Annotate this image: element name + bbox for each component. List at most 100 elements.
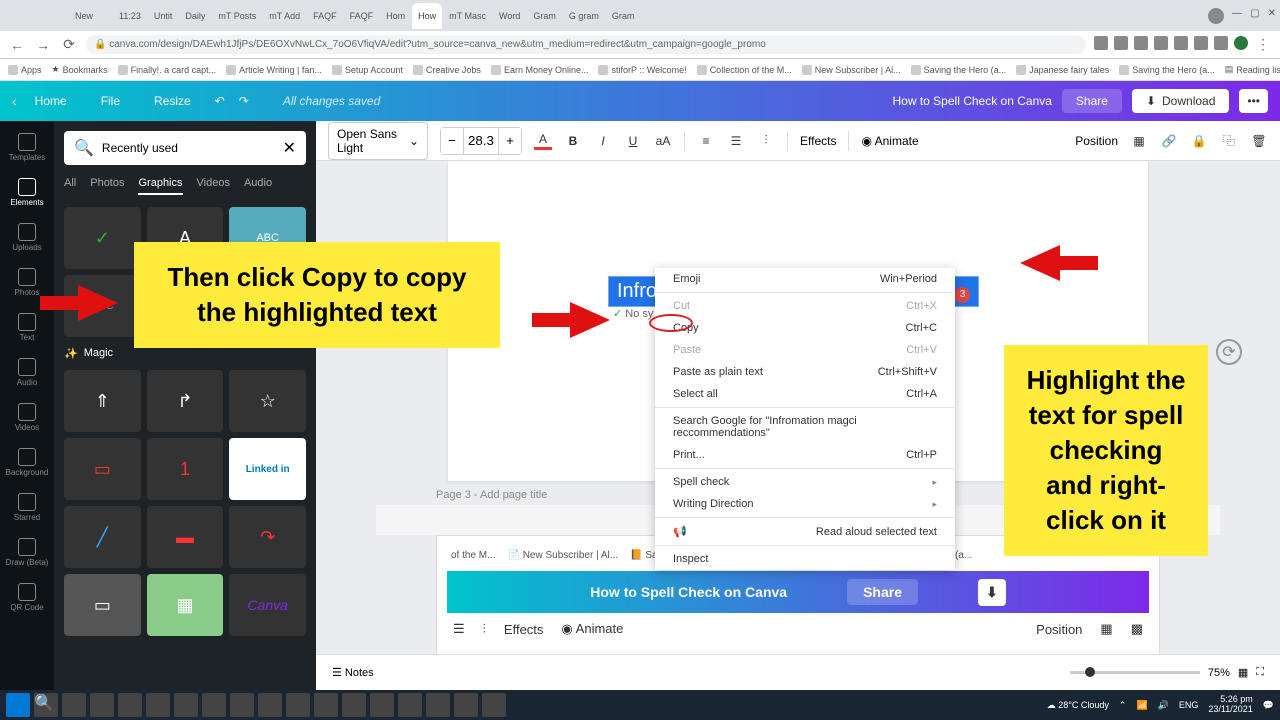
- bookmark[interactable]: Saving the Hero (a...: [911, 65, 1007, 75]
- taskbar-app[interactable]: [398, 693, 422, 717]
- taskbar-app[interactable]: [286, 693, 310, 717]
- rail-templates[interactable]: Templates: [0, 127, 54, 168]
- bookmark[interactable]: stiforP :: Welcome!: [598, 65, 686, 75]
- ext-icon[interactable]: [1114, 36, 1128, 50]
- grid-view-icon[interactable]: ▦: [1238, 666, 1248, 679]
- bookmark[interactable]: ★Bookmarks: [52, 64, 108, 75]
- tab[interactable]: Gram: [606, 3, 641, 29]
- tab-photos[interactable]: Photos: [90, 177, 124, 195]
- bookmark[interactable]: Saving the Hero (a...: [1119, 65, 1215, 75]
- graphic-thumb[interactable]: ✓: [64, 207, 141, 269]
- tab[interactable]: [56, 3, 68, 29]
- list-icon[interactable]: ☰: [727, 132, 745, 150]
- graphic-thumb[interactable]: ▦: [147, 574, 224, 636]
- tab-graphics[interactable]: Graphics: [138, 177, 182, 195]
- font-selector[interactable]: Open Sans Light⌄: [328, 122, 428, 160]
- taskbar-app[interactable]: [146, 693, 170, 717]
- bookmark[interactable]: Setup Account: [332, 65, 403, 75]
- taskbar-app[interactable]: [454, 693, 478, 717]
- search-input[interactable]: [102, 141, 275, 155]
- rail-audio[interactable]: Audio: [0, 352, 54, 393]
- reload-button[interactable]: ⟳: [60, 36, 78, 54]
- cm-writing-direction[interactable]: Writing Direction: [655, 493, 955, 515]
- share-button[interactable]: Share: [1062, 89, 1122, 113]
- zoom-value[interactable]: 75%: [1208, 667, 1230, 679]
- delete-icon[interactable]: 🗑: [1250, 132, 1268, 150]
- tab[interactable]: mT Masc: [443, 3, 492, 29]
- ext-icon[interactable]: [1134, 36, 1148, 50]
- rail-starred[interactable]: Starred: [0, 487, 54, 528]
- italic-icon[interactable]: I: [594, 132, 612, 150]
- graphic-thumb[interactable]: ▭: [64, 438, 141, 500]
- cm-paste[interactable]: PasteCtrl+V: [655, 339, 955, 361]
- tab[interactable]: [43, 3, 55, 29]
- rail-draw[interactable]: Draw (Beta): [0, 532, 54, 573]
- bookmark[interactable]: Japanese fairy tales: [1016, 65, 1109, 75]
- spacing-icon[interactable]: ⫶: [757, 132, 775, 150]
- cm-search-google[interactable]: Search Google for "Infromation magci rec…: [655, 410, 955, 444]
- transparency-icon[interactable]: ▦: [1130, 132, 1148, 150]
- redo-icon[interactable]: ↷: [239, 94, 249, 108]
- effects-button[interactable]: Effects: [800, 134, 836, 148]
- rail-elements[interactable]: Elements: [0, 172, 54, 213]
- bookmark[interactable]: Collection of the M...: [697, 65, 792, 75]
- close-icon[interactable]: ✕: [1268, 8, 1276, 24]
- taskbar-app[interactable]: [370, 693, 394, 717]
- taskbar-app[interactable]: [230, 693, 254, 717]
- notifications-icon[interactable]: 💬: [1263, 700, 1274, 711]
- tab[interactable]: [4, 3, 16, 29]
- graphic-thumb[interactable]: ▭: [64, 574, 141, 636]
- cm-select-all[interactable]: Select allCtrl+A: [655, 383, 955, 405]
- file-button[interactable]: File: [91, 88, 130, 114]
- zoom-slider[interactable]: [1070, 671, 1200, 674]
- cm-paste-plain[interactable]: Paste as plain textCtrl+Shift+V: [655, 361, 955, 383]
- case-icon[interactable]: aA: [654, 132, 672, 150]
- menu-icon[interactable]: ⋮: [1254, 36, 1272, 54]
- taskbar-app[interactable]: [258, 693, 282, 717]
- forward-button[interactable]: →: [34, 36, 52, 54]
- bookmark[interactable]: ▤Reading list: [1225, 64, 1280, 75]
- url-field[interactable]: 🔒 canva.com/design/DAEwh1JfjPs/DE6OXvNwL…: [86, 35, 1086, 54]
- taskbar-app[interactable]: [482, 693, 506, 717]
- volume-icon[interactable]: 🔊: [1158, 700, 1169, 711]
- cm-cut[interactable]: CutCtrl+X: [655, 295, 955, 317]
- taskbar-app[interactable]: [426, 693, 450, 717]
- tab[interactable]: 11:23: [113, 3, 147, 29]
- sync-icon[interactable]: ⟳: [1216, 339, 1242, 365]
- cm-copy[interactable]: CopyCtrl+C: [655, 317, 955, 339]
- graphic-thumb[interactable]: ▬: [147, 506, 224, 568]
- ext-icon[interactable]: [1194, 36, 1208, 50]
- notes-button[interactable]: ☰ Notes: [332, 666, 374, 679]
- align-icon[interactable]: ≡: [697, 132, 715, 150]
- avatar-icon[interactable]: [1208, 8, 1224, 24]
- bold-icon[interactable]: B: [564, 132, 582, 150]
- animate-button[interactable]: ◉ Animate: [861, 134, 918, 148]
- ext-icon[interactable]: [1174, 36, 1188, 50]
- graphic-thumb[interactable]: ↱: [147, 370, 224, 432]
- graphic-thumb[interactable]: ↷: [229, 506, 306, 568]
- back-button[interactable]: ←: [8, 36, 26, 54]
- taskbar-app[interactable]: [342, 693, 366, 717]
- undo-icon[interactable]: ↶: [215, 94, 225, 108]
- text-color-icon[interactable]: A: [534, 132, 552, 150]
- search-button[interactable]: 🔍: [34, 693, 58, 717]
- bookmark[interactable]: Creative Jobs: [413, 65, 481, 75]
- task-view-button[interactable]: [62, 693, 86, 717]
- download-button[interactable]: ⬇Download: [1132, 89, 1229, 113]
- tab[interactable]: mT Add: [263, 3, 306, 29]
- language[interactable]: ENG: [1179, 700, 1199, 710]
- magic-recommend[interactable]: ✨ Magic: [64, 347, 306, 360]
- tray-chevron-icon[interactable]: ⌃: [1119, 700, 1127, 711]
- bookmark[interactable]: Earn Money Online...: [491, 65, 589, 75]
- graphic-thumb[interactable]: Linked in: [229, 438, 306, 500]
- clear-icon[interactable]: ✕: [283, 138, 296, 158]
- lock-icon[interactable]: 🔒: [1190, 132, 1208, 150]
- cm-read-aloud[interactable]: 📢 Read aloud selected text: [655, 520, 955, 543]
- zoom-thumb[interactable]: [1085, 667, 1095, 677]
- link-icon[interactable]: 🔗: [1160, 132, 1178, 150]
- cm-inspect[interactable]: Inspect: [655, 548, 955, 570]
- decrease-size-button[interactable]: −: [441, 128, 463, 154]
- bookmark[interactable]: Article Writing | fan...: [226, 65, 322, 75]
- duplicate-icon[interactable]: ⿻: [1220, 132, 1238, 150]
- graphic-thumb[interactable]: ╱: [64, 506, 141, 568]
